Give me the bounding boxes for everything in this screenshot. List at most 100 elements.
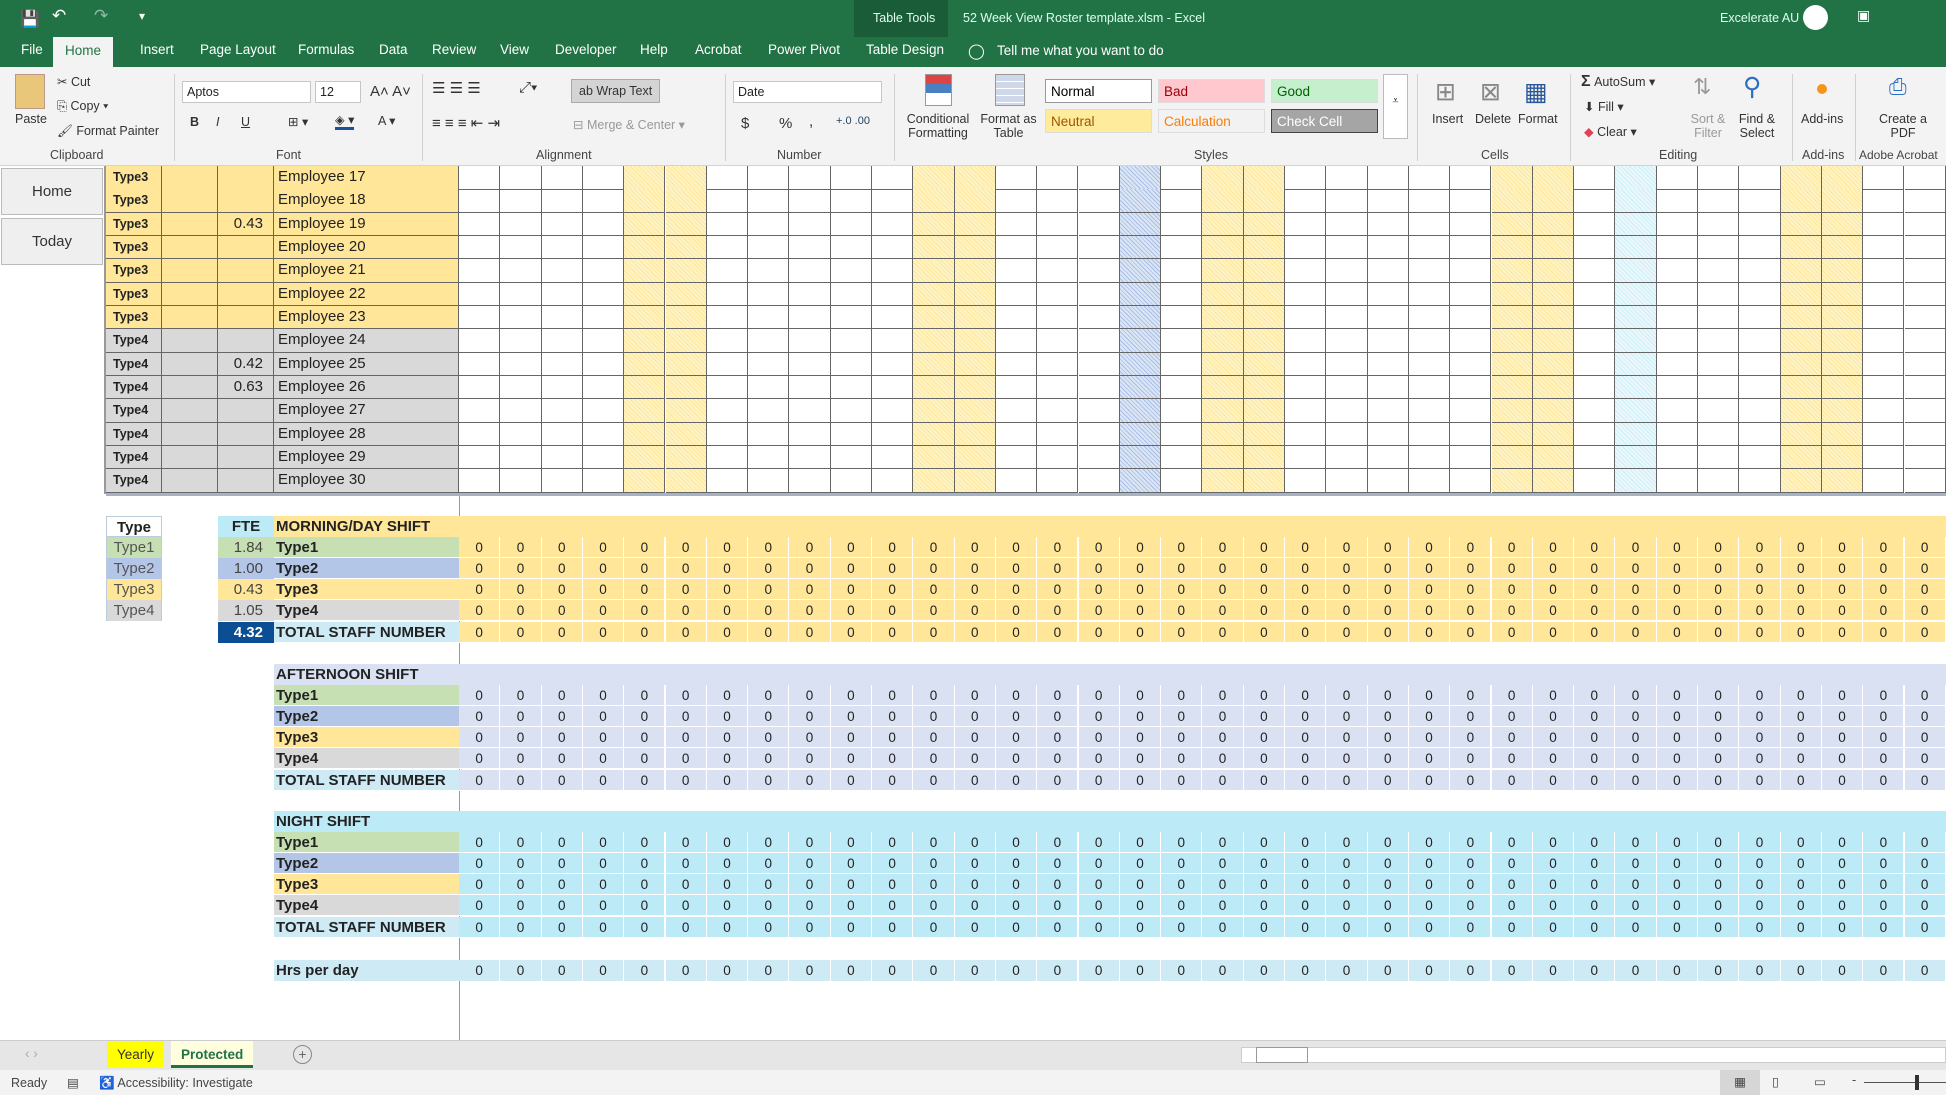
shift-count-cell[interactable]: 0 — [1285, 770, 1326, 791]
roster-cell[interactable] — [583, 423, 624, 447]
roster-cell[interactable] — [459, 423, 500, 447]
roster-cell[interactable] — [1285, 469, 1326, 493]
roster-cell[interactable] — [1037, 166, 1078, 190]
shift-count-cell[interactable]: 0 — [1574, 685, 1615, 706]
shift-count-cell[interactable]: 0 — [1244, 727, 1285, 748]
shift-count-cell[interactable]: 0 — [1533, 917, 1574, 938]
roster-cell[interactable] — [1244, 423, 1285, 447]
roster-cell[interactable] — [1326, 469, 1367, 493]
shift-count-cell[interactable]: 0 — [1492, 706, 1533, 727]
roster-cell[interactable] — [1079, 213, 1120, 237]
shift-count-cell[interactable]: 0 — [666, 600, 707, 621]
hrs-per-day-cell[interactable]: 0 — [955, 960, 996, 981]
ribbon-display-icon[interactable]: ▣ — [1857, 7, 1870, 24]
shift-count-cell[interactable]: 0 — [1739, 622, 1780, 643]
shift-count-cell[interactable]: 0 — [748, 748, 789, 769]
shift-count-cell[interactable]: 0 — [459, 727, 500, 748]
shift-count-cell[interactable]: 0 — [1409, 579, 1450, 600]
roster-cell[interactable] — [459, 306, 500, 330]
roster-cell[interactable] — [831, 423, 872, 447]
shift-count-cell[interactable]: 0 — [1822, 895, 1863, 916]
empty-cell[interactable] — [162, 329, 218, 353]
roster-cell[interactable] — [1863, 446, 1904, 470]
tab-developer[interactable]: Developer — [555, 42, 617, 57]
hrs-per-day-cell[interactable]: 0 — [1533, 960, 1574, 981]
roster-cell[interactable] — [1326, 306, 1367, 330]
roster-cell[interactable] — [1450, 283, 1491, 307]
hrs-per-day-cell[interactable]: 0 — [542, 960, 583, 981]
roster-cell[interactable] — [1863, 236, 1904, 260]
shift-count-cell[interactable]: 0 — [1698, 832, 1739, 853]
roster-cell[interactable] — [1781, 399, 1822, 423]
hrs-per-day-cell[interactable]: 0 — [1574, 960, 1615, 981]
shift-count-cell[interactable]: 0 — [1615, 685, 1656, 706]
roster-cell[interactable] — [1657, 283, 1698, 307]
shift-count-cell[interactable]: 0 — [1698, 874, 1739, 895]
shift-count-cell[interactable]: 0 — [1161, 727, 1202, 748]
shift-count-cell[interactable]: 0 — [1037, 895, 1078, 916]
shift-count-cell[interactable]: 0 — [872, 600, 913, 621]
roster-cell[interactable] — [707, 423, 748, 447]
shift-count-cell[interactable]: 0 — [831, 874, 872, 895]
shift-count-cell[interactable]: 0 — [748, 874, 789, 895]
roster-cell[interactable] — [955, 376, 996, 400]
employee-type[interactable]: Type3 — [106, 283, 162, 307]
shift-count-cell[interactable]: 0 — [500, 600, 541, 621]
shift-count-cell[interactable]: 0 — [748, 537, 789, 558]
roster-cell[interactable] — [1574, 469, 1615, 493]
roster-cell[interactable] — [1244, 446, 1285, 470]
format-button[interactable]: Format — [1518, 112, 1558, 126]
roster-cell[interactable] — [913, 189, 954, 213]
shift-count-cell[interactable]: 0 — [624, 727, 665, 748]
hrs-per-day-cell[interactable]: 0 — [1657, 960, 1698, 981]
roster-cell[interactable] — [542, 469, 583, 493]
shift-count-cell[interactable]: 0 — [1409, 874, 1450, 895]
roster-cell[interactable] — [1120, 283, 1161, 307]
shift-count-cell[interactable]: 0 — [1285, 579, 1326, 600]
roster-cell[interactable] — [500, 423, 541, 447]
roster-cell[interactable] — [542, 399, 583, 423]
roster-cell[interactable] — [1161, 283, 1202, 307]
shift-count-cell[interactable]: 0 — [1863, 853, 1904, 874]
shift-count-cell[interactable]: 0 — [1863, 706, 1904, 727]
roster-cell[interactable] — [1450, 376, 1491, 400]
roster-cell[interactable] — [459, 166, 500, 190]
roster-cell[interactable] — [666, 236, 707, 260]
shift-count-cell[interactable]: 0 — [1657, 537, 1698, 558]
shift-count-cell[interactable]: 0 — [1244, 917, 1285, 938]
shift-count-cell[interactable]: 0 — [1326, 558, 1367, 579]
roster-cell[interactable] — [1409, 283, 1450, 307]
insert-button[interactable]: Insert — [1432, 112, 1463, 126]
hrs-per-day-cell[interactable]: 0 — [1698, 960, 1739, 981]
roster-cell[interactable] — [1037, 189, 1078, 213]
hrs-per-day-cell[interactable]: 0 — [913, 960, 954, 981]
shift-count-cell[interactable]: 0 — [500, 853, 541, 874]
roster-cell[interactable] — [1326, 329, 1367, 353]
shift-count-cell[interactable]: 0 — [1905, 895, 1946, 916]
shift-count-cell[interactable]: 0 — [666, 895, 707, 916]
shift-count-cell[interactable]: 0 — [1120, 706, 1161, 727]
shift-count-cell[interactable]: 0 — [1285, 537, 1326, 558]
shift-count-cell[interactable]: 0 — [1244, 622, 1285, 643]
hrs-per-day-cell[interactable]: 0 — [666, 960, 707, 981]
shift-count-cell[interactable]: 0 — [1574, 706, 1615, 727]
roster-cell[interactable] — [1492, 469, 1533, 493]
hrs-per-day-cell[interactable]: 0 — [1781, 960, 1822, 981]
shift-count-cell[interactable]: 0 — [707, 727, 748, 748]
shift-count-cell[interactable]: 0 — [707, 874, 748, 895]
roster-cell[interactable] — [666, 259, 707, 283]
horizontal-scrollbar[interactable] — [1241, 1047, 1946, 1063]
shift-count-cell[interactable]: 0 — [624, 600, 665, 621]
roster-cell[interactable] — [789, 469, 830, 493]
shift-count-cell[interactable]: 0 — [1285, 558, 1326, 579]
shift-count-cell[interactable]: 0 — [666, 537, 707, 558]
shift-count-cell[interactable]: 0 — [1863, 895, 1904, 916]
shift-count-cell[interactable]: 0 — [1285, 727, 1326, 748]
roster-cell[interactable] — [1202, 446, 1243, 470]
roster-cell[interactable] — [1368, 353, 1409, 377]
roster-cell[interactable] — [1244, 166, 1285, 190]
shift-count-cell[interactable]: 0 — [1781, 600, 1822, 621]
roster-cell[interactable] — [1905, 329, 1946, 353]
shift-count-cell[interactable]: 0 — [1285, 622, 1326, 643]
shift-count-cell[interactable]: 0 — [1492, 600, 1533, 621]
